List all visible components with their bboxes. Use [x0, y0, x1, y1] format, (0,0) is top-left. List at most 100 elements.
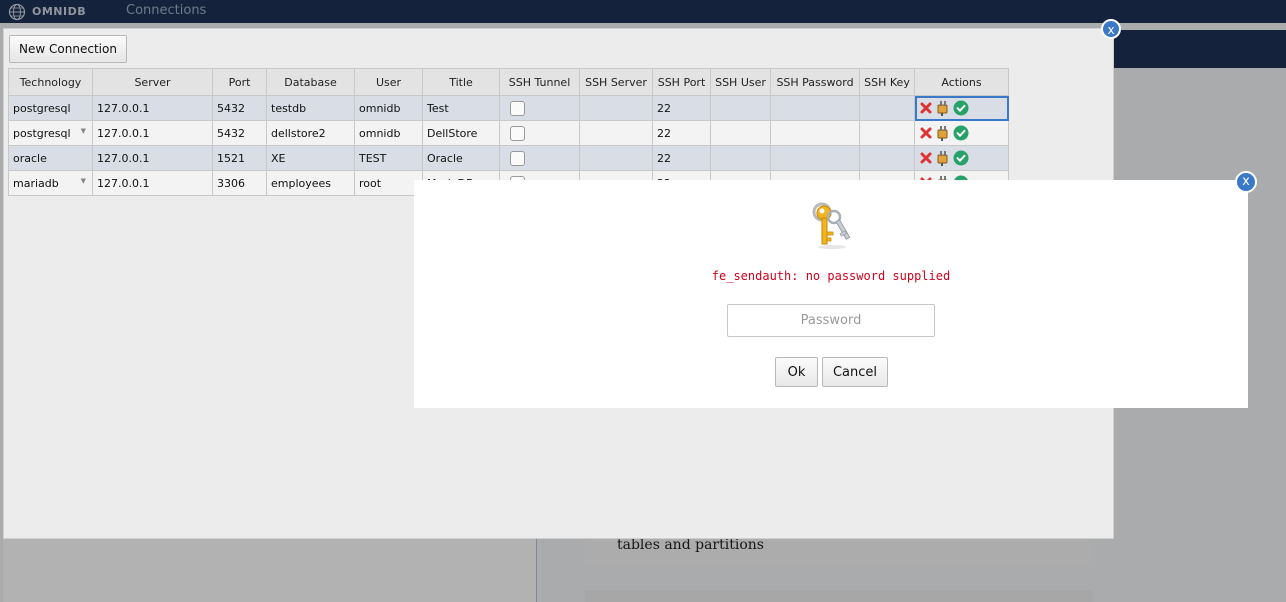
port-cell[interactable]: 1521: [212, 145, 267, 171]
port-cell[interactable]: 3306: [212, 170, 267, 196]
server-value: 127.0.0.1: [97, 126, 150, 140]
title-cell[interactable]: DellStore: [422, 120, 500, 146]
test-connection-icon[interactable]: [935, 100, 951, 116]
database-value: XE: [271, 151, 286, 165]
dropdown-arrow-icon[interactable]: ▼: [81, 177, 86, 185]
dropdown-arrow-icon[interactable]: ▼: [81, 127, 86, 135]
port-value: 5432: [217, 101, 245, 115]
ssh-port-cell[interactable]: 22: [652, 145, 711, 171]
technology-value: mariadb: [13, 176, 59, 190]
delete-icon[interactable]: [919, 151, 933, 165]
title-cell[interactable]: Test: [422, 95, 500, 121]
title-value: DellStore: [427, 126, 478, 140]
technology-value: postgresql: [13, 126, 71, 140]
port-value: 5432: [217, 126, 245, 140]
error-message: fe_sendauth: no password supplied: [711, 269, 951, 283]
technology-cell[interactable]: postgresql ▼: [8, 120, 93, 146]
server-cell[interactable]: 127.0.0.1: [92, 145, 213, 171]
port-value: 3306: [217, 176, 245, 190]
database-cell[interactable]: employees: [266, 170, 355, 196]
user-value: omnidb: [359, 126, 401, 140]
table-header-row: Technology Server Port Database User Tit…: [8, 68, 1009, 96]
ssh-key-cell[interactable]: [859, 120, 915, 146]
column-header: SSH Port: [652, 68, 711, 96]
port-cell[interactable]: 5432: [212, 95, 267, 121]
technology-value: postgresql: [13, 101, 71, 115]
user-cell[interactable]: omnidb: [354, 120, 423, 146]
title-value: Oracle: [427, 151, 463, 165]
user-value: root: [359, 176, 382, 190]
column-header: Title: [422, 68, 500, 96]
ssh-tunnel-cell[interactable]: [499, 95, 580, 121]
column-header: SSH Tunnel: [499, 68, 580, 96]
table-row: postgresql ▼ 127.0.0.1 5432 dellstore2 omnidb…: [8, 120, 1009, 146]
technology-value: oracle: [13, 151, 47, 165]
ssh-server-cell[interactable]: [579, 95, 653, 121]
ssh-user-cell[interactable]: [710, 95, 771, 121]
ssh-tunnel-checkbox[interactable]: [510, 100, 525, 116]
ssh-tunnel-cell[interactable]: [499, 120, 580, 146]
ssh-server-cell[interactable]: [579, 145, 653, 171]
test-connection-icon[interactable]: [935, 125, 951, 141]
ssh-user-cell[interactable]: [710, 145, 771, 171]
database-cell[interactable]: dellstore2: [266, 120, 355, 146]
actions-cell: [914, 95, 1009, 121]
server-cell[interactable]: 127.0.0.1: [92, 170, 213, 196]
server-cell[interactable]: 127.0.0.1: [92, 120, 213, 146]
connections-close-button[interactable]: x: [1101, 19, 1121, 39]
user-cell[interactable]: root: [354, 170, 423, 196]
column-header: User: [354, 68, 423, 96]
ssh-port-value: 22: [657, 151, 671, 165]
ssh-user-cell[interactable]: [710, 120, 771, 146]
test-connection-icon[interactable]: [935, 150, 951, 166]
ssh-key-cell[interactable]: [859, 95, 915, 121]
ssh-port-cell[interactable]: 22: [652, 95, 711, 121]
column-header: SSH Key: [859, 68, 915, 96]
ssh-port-value: 22: [657, 101, 671, 115]
cancel-button[interactable]: Cancel: [822, 357, 888, 387]
connections-table: Technology Server Port Database User Tit…: [8, 68, 1009, 196]
delete-icon[interactable]: [919, 126, 933, 140]
ssh-password-cell[interactable]: [770, 145, 860, 171]
column-header: SSH Server: [579, 68, 653, 96]
ssh-key-cell[interactable]: [859, 145, 915, 171]
technology-cell[interactable]: oracle: [8, 145, 93, 171]
technology-cell[interactable]: mariadb ▼: [8, 170, 93, 196]
select-connection-icon[interactable]: [953, 100, 969, 116]
database-cell[interactable]: XE: [266, 145, 355, 171]
database-value: dellstore2: [271, 126, 326, 140]
server-cell[interactable]: 127.0.0.1: [92, 95, 213, 121]
select-connection-icon[interactable]: [953, 125, 969, 141]
ssh-password-cell[interactable]: [770, 95, 860, 121]
password-dialog-close-button[interactable]: x: [1235, 171, 1257, 193]
actions-cell: [914, 120, 1009, 146]
ssh-tunnel-cell[interactable]: [499, 145, 580, 171]
ssh-password-cell[interactable]: [770, 120, 860, 146]
delete-icon[interactable]: [919, 101, 933, 115]
database-value: employees: [271, 176, 332, 190]
server-value: 127.0.0.1: [97, 176, 150, 190]
port-value: 1521: [217, 151, 245, 165]
port-cell[interactable]: 5432: [212, 120, 267, 146]
column-header: Technology: [8, 68, 93, 96]
title-cell[interactable]: Oracle: [422, 145, 500, 171]
new-connection-button[interactable]: New Connection: [9, 35, 127, 63]
user-cell[interactable]: TEST: [354, 145, 423, 171]
user-value: TEST: [359, 151, 387, 165]
ok-button[interactable]: Ok: [775, 357, 818, 387]
user-cell[interactable]: omnidb: [354, 95, 423, 121]
column-header: Actions: [914, 68, 1009, 96]
ssh-tunnel-checkbox[interactable]: [510, 150, 525, 166]
server-value: 127.0.0.1: [97, 101, 150, 115]
table-row: postgresql 127.0.0.1 5432 testdb omnidb Test 2…: [8, 95, 1009, 121]
ssh-tunnel-checkbox[interactable]: [510, 125, 525, 141]
server-value: 127.0.0.1: [97, 151, 150, 165]
ssh-port-cell[interactable]: 22: [652, 120, 711, 146]
table-row: oracle 127.0.0.1 1521 XE TEST Oracle 22: [8, 145, 1009, 171]
database-cell[interactable]: testdb: [266, 95, 355, 121]
ssh-server-cell[interactable]: [579, 120, 653, 146]
technology-cell[interactable]: postgresql: [8, 95, 93, 121]
column-header: Server: [92, 68, 213, 96]
select-connection-icon[interactable]: [953, 150, 969, 166]
password-input[interactable]: [727, 304, 935, 337]
